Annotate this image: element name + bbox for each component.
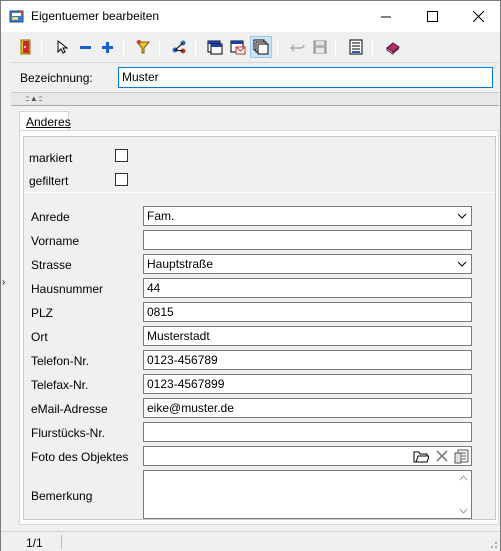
title-bar: Eigentuemer bearbeiten <box>1 1 500 32</box>
plz-field[interactable]: 0815 <box>143 302 472 322</box>
window-icon <box>207 40 223 55</box>
minus-icon <box>80 46 91 49</box>
details-icon <box>454 449 469 463</box>
dialog-window: Eigentuemer bearbeiten Bezeichnung: Must… <box>0 0 501 551</box>
details-button[interactable] <box>452 447 471 465</box>
anrede-select[interactable]: Fam. <box>143 206 472 226</box>
minimize-button[interactable] <box>363 1 409 32</box>
list-button[interactable] <box>345 36 367 58</box>
save-icon <box>313 40 327 54</box>
ort-label: Ort <box>31 330 48 344</box>
select-pointer-button[interactable] <box>51 36 73 58</box>
pointer-icon <box>57 39 69 54</box>
toolbar-separator <box>195 38 196 56</box>
strasse-label: Strasse <box>31 258 72 272</box>
window-mail-button[interactable] <box>227 36 249 58</box>
bemerkung-label: Bemerkung <box>31 489 93 503</box>
email-label: eMail-Adresse <box>31 402 108 416</box>
splitter-bar[interactable]: ::: ▲ ::: <box>11 92 499 106</box>
plus-icon <box>102 42 113 53</box>
foto-field[interactable] <box>143 446 472 466</box>
telefon-label: Telefon-Nr. <box>31 354 90 368</box>
toolbar-divider <box>11 62 499 63</box>
tab-panel: markiert gefiltert Anrede Fam. Vorname S… <box>19 130 499 525</box>
group-separator <box>24 192 495 193</box>
resize-grip-icon[interactable] <box>488 539 498 549</box>
chevron-down-icon <box>457 213 467 219</box>
telefon-field[interactable]: 0123-456789 <box>143 350 472 370</box>
tab-anderes[interactable]: Anderes <box>19 111 71 131</box>
email-field[interactable]: eike@muster.de <box>143 398 472 418</box>
network-icon <box>172 40 186 54</box>
bezeichnung-label: Bezeichnung: <box>20 71 93 85</box>
open-folder-button[interactable] <box>411 447 430 465</box>
maximize-button[interactable] <box>409 1 455 32</box>
window-stack-icon <box>253 39 269 55</box>
toolbar-separator <box>277 38 278 56</box>
minimize-icon <box>380 16 391 18</box>
close-icon <box>472 11 484 22</box>
anrede-value: Fam. <box>147 209 175 223</box>
window-mail-icon <box>230 40 246 55</box>
hausnummer-label: Hausnummer <box>31 282 104 296</box>
book-button[interactable] <box>382 36 404 58</box>
scroll-arrows-icon <box>459 475 468 514</box>
toolbar-separator <box>123 38 124 56</box>
filter-icon <box>135 40 151 54</box>
exit-button[interactable] <box>15 36 37 58</box>
expand-arrow-icon[interactable]: › <box>2 277 5 288</box>
splitter-grip-icon[interactable]: ::: ▲ ::: <box>25 93 43 105</box>
undo-button[interactable] <box>287 36 309 58</box>
undo-icon <box>290 44 305 52</box>
window-stack-button[interactable] <box>250 36 272 58</box>
close-button[interactable] <box>455 1 501 32</box>
filter-button[interactable] <box>132 36 154 58</box>
toolbar-separator <box>335 38 336 56</box>
network-button[interactable] <box>168 36 190 58</box>
bezeichnung-input[interactable]: Muster <box>118 67 493 88</box>
book-icon <box>386 42 400 55</box>
gefiltert-checkbox[interactable] <box>115 173 128 186</box>
vorname-label: Vorname <box>31 234 80 248</box>
flurstueck-label: Flurstücks-Nr. <box>31 426 106 440</box>
bemerkung-textarea[interactable] <box>143 470 472 519</box>
form-group: markiert gefiltert Anrede Fam. Vorname S… <box>23 136 496 520</box>
record-counter: 1/1 <box>26 536 43 550</box>
clear-button[interactable] <box>432 447 451 465</box>
toolbar-separator <box>372 38 373 56</box>
toolbar-separator <box>159 38 160 56</box>
telefax-field[interactable]: 0123-4567899 <box>143 374 472 394</box>
status-bar: 1/1 <box>1 531 500 551</box>
flurstueck-field[interactable] <box>143 422 472 442</box>
exit-icon <box>20 39 31 55</box>
remove-button[interactable] <box>75 36 97 58</box>
strasse-select[interactable]: Hauptstraße <box>143 254 472 274</box>
add-button[interactable] <box>97 36 119 58</box>
status-divider <box>61 535 62 549</box>
window-button[interactable] <box>204 36 226 58</box>
foto-label: Foto des Objektes <box>31 450 129 464</box>
vorname-field[interactable] <box>143 230 472 250</box>
app-icon <box>9 8 25 24</box>
ort-field[interactable]: Musterstadt <box>143 326 472 346</box>
toolbar-separator <box>41 38 42 56</box>
maximize-icon <box>426 11 438 22</box>
save-button[interactable] <box>309 36 331 58</box>
window-title: Eigentuemer bearbeiten <box>31 9 160 23</box>
gefiltert-label: gefiltert <box>29 174 69 188</box>
tab-anderes-label: Anderes <box>26 115 71 129</box>
toolbar <box>11 35 499 61</box>
chevron-down-icon <box>457 261 467 267</box>
markiert-label: markiert <box>29 151 73 165</box>
list-icon <box>349 39 363 55</box>
markiert-checkbox[interactable] <box>115 149 128 162</box>
telefax-label: Telefax-Nr. <box>31 378 89 392</box>
hausnummer-field[interactable]: 44 <box>143 278 472 298</box>
plz-label: PLZ <box>31 306 54 320</box>
delete-x-icon <box>435 450 448 462</box>
anrede-label: Anrede <box>31 210 70 224</box>
folder-open-icon <box>413 451 429 463</box>
strasse-value: Hauptstraße <box>147 257 214 271</box>
bemerkung-scrollbar[interactable] <box>456 471 471 518</box>
